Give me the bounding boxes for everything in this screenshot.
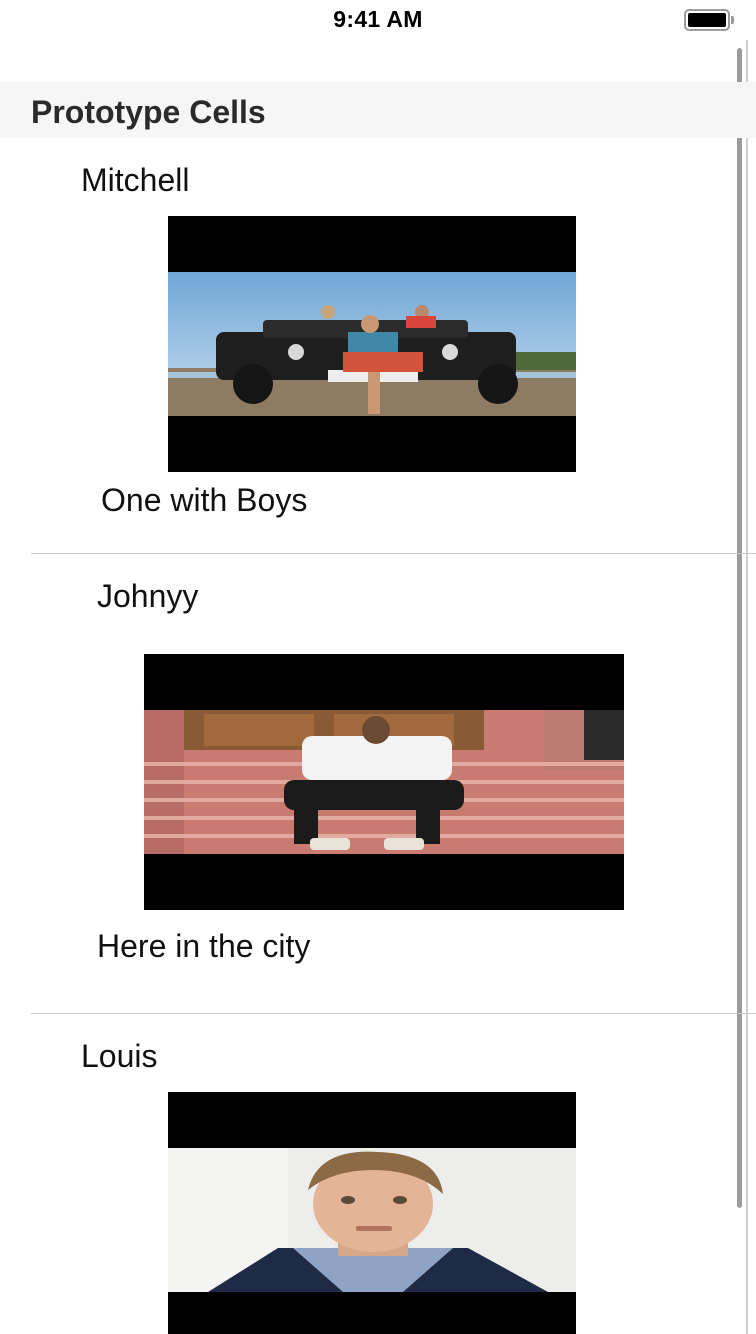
row-separator [31, 1013, 756, 1014]
cell-name: Johnyy [97, 578, 199, 614]
cell-name: Mitchell [81, 162, 190, 198]
cell-name: Louis [81, 1038, 158, 1074]
status-bar: 9:41 AM [0, 0, 756, 40]
cell-caption: Here in the city [97, 928, 311, 964]
cell-photo[interactable] [144, 654, 624, 910]
screen: 9:41 AM Prototype Cells Mitchell One wit… [0, 0, 756, 1334]
man-portrait-photo [168, 1148, 576, 1292]
battery-tip-icon [731, 16, 734, 24]
cell-photo[interactable] [168, 1092, 576, 1334]
cell-photo[interactable] [168, 216, 576, 472]
cell-caption: One with Boys [101, 482, 308, 518]
stairs-portrait-photo [144, 710, 624, 854]
row-separator [31, 553, 756, 554]
section-header: Prototype Cells [0, 82, 756, 138]
beach-jeep-photo [168, 272, 576, 416]
battery-icon [684, 9, 730, 31]
section-title: Prototype Cells [31, 94, 266, 130]
status-time: 9:41 AM [333, 6, 423, 32]
edge-line [746, 40, 748, 1334]
scroll-indicator[interactable] [737, 48, 742, 1208]
